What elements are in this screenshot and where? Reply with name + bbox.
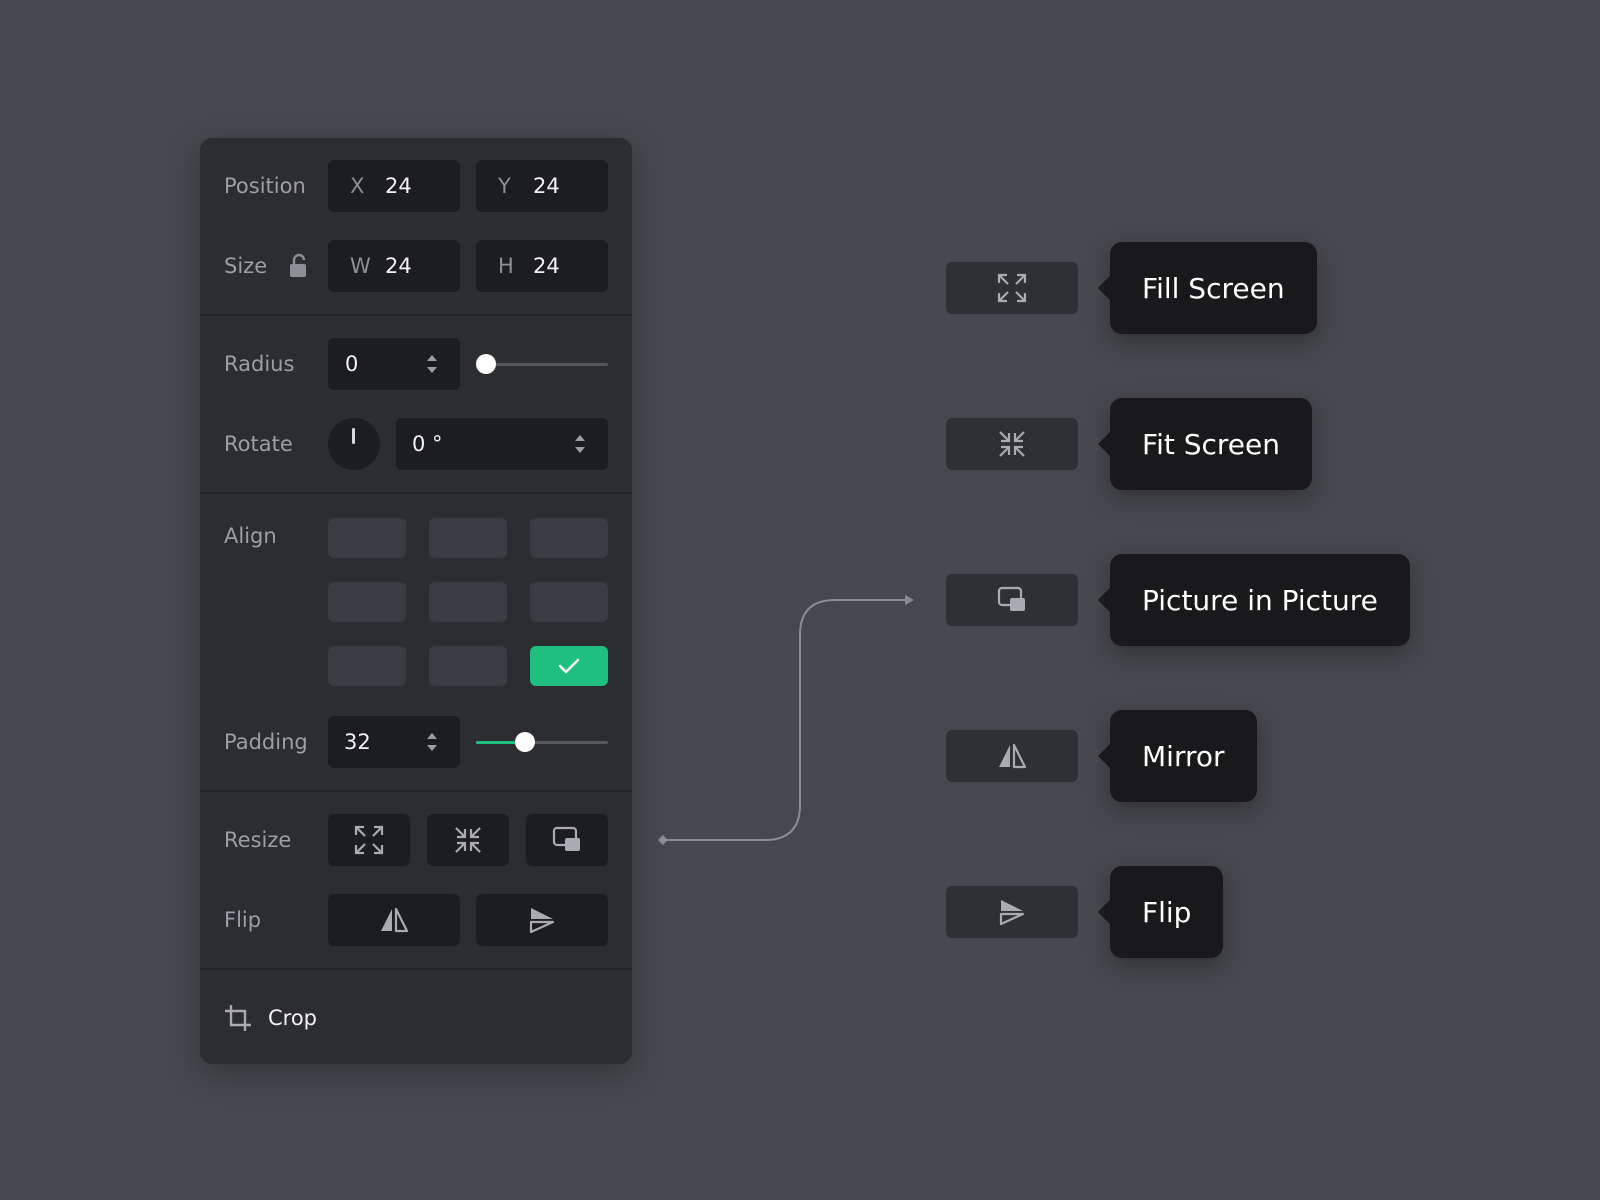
align-top-left[interactable] — [328, 518, 406, 558]
align-top-right[interactable] — [530, 518, 608, 558]
flip-label: Flip — [224, 908, 262, 932]
divider — [200, 492, 632, 494]
resize-label: Resize — [224, 828, 292, 852]
padding-slider-thumb[interactable] — [514, 732, 535, 752]
align-middle-left[interactable] — [328, 582, 406, 622]
tooltip-label: Mirror — [1142, 739, 1225, 773]
h-value: 24 — [533, 254, 560, 278]
padding-value: 32 — [344, 730, 371, 754]
radius-input[interactable]: 0 — [328, 338, 460, 390]
align-bottom-right[interactable] — [530, 646, 608, 686]
padding-stepper-icon[interactable] — [426, 733, 438, 751]
rotation-dial-icon[interactable] — [328, 418, 380, 470]
fit-screen-icon — [453, 825, 483, 855]
tooltip-fill-screen: Fill Screen — [1098, 242, 1317, 334]
divider — [200, 968, 632, 970]
w-value: 24 — [385, 254, 412, 278]
padding-input[interactable]: 32 — [328, 716, 460, 768]
picture-in-picture-icon — [997, 586, 1027, 614]
size-w-field[interactable]: W 24 — [328, 240, 460, 292]
fill-screen-icon — [354, 825, 384, 855]
fit-screen-icon — [997, 429, 1027, 459]
size-h-field[interactable]: H 24 — [476, 240, 608, 292]
mirror-icon — [379, 907, 409, 933]
x-value: 24 — [385, 174, 412, 198]
picture-in-picture-button[interactable] — [526, 814, 608, 866]
position-x-field[interactable]: X 24 — [328, 160, 460, 212]
position-label: Position — [224, 174, 306, 198]
tooltip-label: Picture in Picture — [1142, 583, 1378, 617]
transform-panel: Position X 24 Y 24 Size W 24 H 24 Radius… — [200, 138, 632, 1064]
fit-screen-button[interactable] — [427, 814, 509, 866]
y-value: 24 — [533, 174, 560, 198]
fill-screen-button[interactable] — [946, 262, 1078, 314]
checkmark-icon — [558, 657, 580, 675]
align-middle-center[interactable] — [429, 582, 507, 622]
tooltip-label: Fill Screen — [1142, 271, 1285, 305]
crop-icon — [224, 1004, 252, 1032]
mirror-button[interactable] — [946, 730, 1078, 782]
tooltip-flip: Flip — [1097, 866, 1224, 958]
picture-in-picture-icon — [552, 826, 582, 854]
padding-label: Padding — [224, 730, 308, 754]
tooltip-mirror: Mirror — [1098, 710, 1257, 802]
size-label: Size — [224, 254, 268, 278]
divider — [200, 790, 632, 792]
y-axis-label: Y — [498, 174, 511, 198]
flip-button[interactable] — [476, 894, 608, 946]
radius-label: Radius — [224, 352, 295, 376]
align-middle-right[interactable] — [530, 582, 608, 622]
mirror-button[interactable] — [328, 894, 460, 946]
mirror-icon — [997, 743, 1027, 769]
tooltip-label: Flip — [1142, 895, 1192, 929]
h-axis-label: H — [498, 254, 514, 278]
position-y-field[interactable]: Y 24 — [476, 160, 608, 212]
divider — [200, 314, 632, 316]
radius-stepper-icon[interactable] — [426, 355, 438, 373]
align-bottom-left[interactable] — [328, 646, 406, 686]
rotate-stepper-icon[interactable] — [574, 435, 586, 453]
tooltip-fit-screen: Fit Screen — [1098, 398, 1312, 490]
radius-slider-track[interactable] — [486, 363, 608, 366]
rotate-value: 0 ° — [412, 432, 443, 456]
flip-icon — [528, 906, 556, 934]
align-top-center[interactable] — [429, 518, 507, 558]
rotate-input[interactable]: 0 ° — [396, 418, 608, 470]
align-bottom-center[interactable] — [429, 646, 507, 686]
flip-button[interactable] — [946, 886, 1078, 938]
radius-slider-thumb[interactable] — [476, 354, 496, 374]
fill-screen-button[interactable] — [328, 814, 410, 866]
fill-screen-icon — [997, 273, 1027, 303]
tooltip-picture-in-picture: Picture in Picture — [1098, 554, 1410, 646]
picture-in-picture-button[interactable] — [946, 574, 1078, 626]
w-axis-label: W — [350, 254, 371, 278]
unlock-icon[interactable] — [288, 253, 310, 279]
crop-button[interactable]: Crop — [224, 1000, 317, 1036]
align-label: Align — [224, 524, 277, 548]
crop-label: Crop — [268, 1006, 318, 1030]
x-axis-label: X — [350, 174, 365, 198]
flip-icon — [998, 898, 1026, 926]
fit-screen-button[interactable] — [946, 418, 1078, 470]
radius-value: 0 — [345, 352, 359, 376]
tooltip-label: Fit Screen — [1142, 427, 1280, 461]
rotate-label: Rotate — [224, 432, 293, 456]
